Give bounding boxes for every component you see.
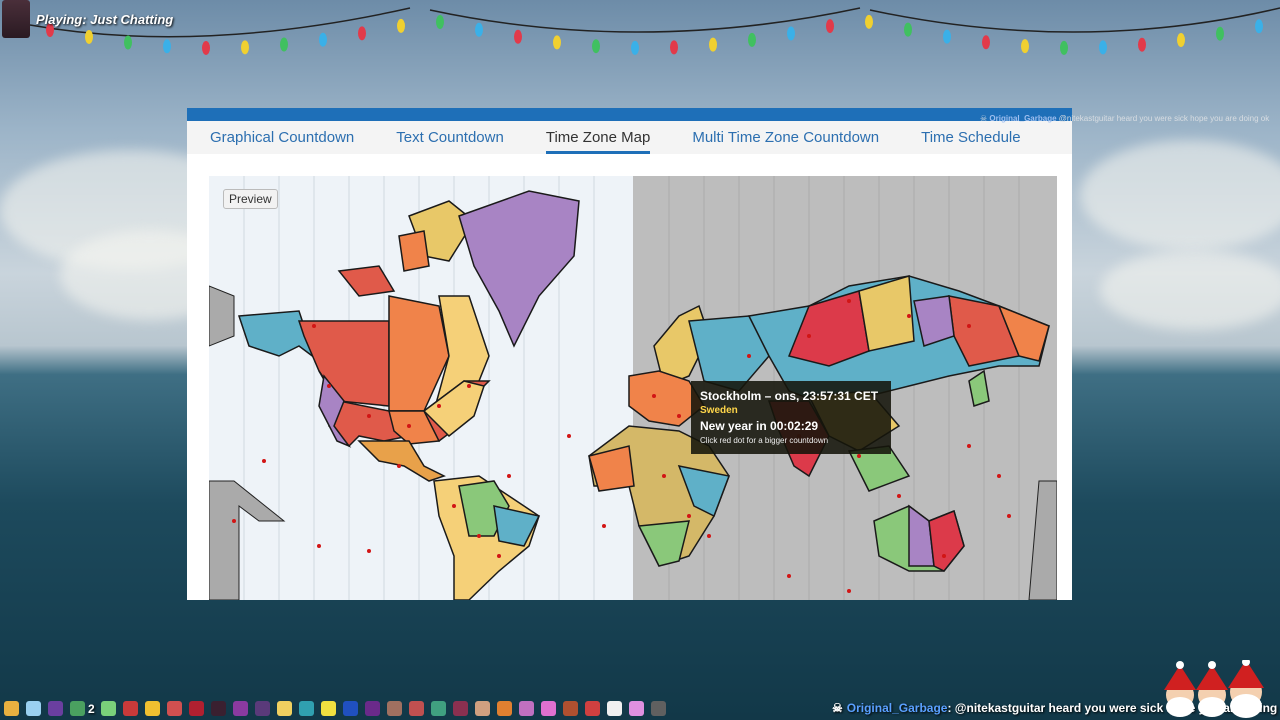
emote-icon [4, 701, 19, 716]
chat-username: Original_Garbage [846, 701, 948, 715]
light-bulb [1060, 40, 1068, 55]
tooltip-country: Sweden [700, 405, 738, 416]
light-bulb [709, 37, 717, 52]
emote-icon [584, 701, 600, 716]
light-bulb [397, 18, 405, 33]
tab-time-zone-map[interactable]: Time Zone Map [545, 123, 651, 154]
light-bulb [904, 22, 912, 37]
emote-icon [562, 701, 578, 716]
emote-icon [364, 701, 380, 716]
tab-bar: Graphical Countdown Text Countdown Time … [187, 121, 1072, 154]
light-bulb [280, 37, 288, 52]
stream-status: Playing: Just Chatting [0, 0, 173, 38]
emote-icon [298, 701, 314, 716]
emote-icon [540, 701, 556, 716]
emote-icon [518, 701, 534, 716]
light-bulb [163, 39, 171, 54]
emote-icon [386, 701, 402, 716]
emote-count: 2 [88, 701, 95, 716]
city-tooltip: Stockholm – ons, 23:57:31 CET Sweden New… [691, 381, 891, 454]
preview-button[interactable]: Preview [223, 189, 278, 209]
playing-status: Playing: Just Chatting [36, 11, 174, 27]
light-bulb [202, 40, 210, 55]
emote-icon [452, 701, 468, 716]
light-bulb [631, 40, 639, 55]
emote-icon [430, 701, 446, 716]
emote-icon [70, 701, 85, 716]
light-bulb [982, 35, 990, 50]
emote-icon [232, 701, 248, 716]
light-bulb [436, 15, 444, 30]
world-map [209, 176, 1057, 600]
light-bulb [358, 26, 366, 41]
emote-icon [188, 701, 204, 716]
skull-icon: ☠ [980, 114, 990, 123]
tab-text-countdown[interactable]: Text Countdown [396, 123, 504, 152]
emote-icon [650, 701, 666, 716]
light-bulb [592, 39, 600, 54]
emote-icon [342, 701, 358, 716]
emote-icon [606, 701, 622, 716]
light-bulb [475, 22, 483, 37]
avatar [2, 0, 30, 38]
light-bulb [670, 40, 678, 55]
skull-icon: ☠ [832, 701, 843, 715]
cloud [1080, 140, 1280, 250]
emote-icon [166, 701, 182, 716]
emote-icon [26, 701, 41, 716]
light-bulb [826, 19, 834, 34]
light-bulb [319, 32, 327, 47]
emote-icon [210, 701, 226, 716]
tooltip-countdown: New year in 00:02:29 [700, 419, 819, 433]
tooltip-city-time: Stockholm – ons, 23:57:31 CET [700, 389, 879, 403]
light-bulb [553, 35, 561, 50]
emote-icon [100, 701, 116, 716]
emote-icon [144, 701, 160, 716]
light-bulb [1099, 40, 1107, 55]
tab-multi-time-zone-countdown[interactable]: Multi Time Zone Countdown [692, 123, 879, 152]
emote-icon [628, 701, 644, 716]
chat-text: @nitekastguitar heard you were sick hope… [1058, 114, 1270, 123]
emote-icon [276, 701, 292, 716]
tooltip-hint: Click red dot for a bigger countdown [700, 436, 829, 445]
emote-icon [122, 701, 138, 716]
light-bulb [1216, 26, 1224, 41]
light-bulb [241, 40, 249, 55]
emote-icon [48, 701, 63, 716]
santa-emote-group [1164, 660, 1264, 718]
chat-username: Original_Garbage [989, 114, 1057, 123]
cloud [1100, 250, 1280, 330]
light-bulb [787, 26, 795, 41]
emote-icon [496, 701, 512, 716]
website-card: Graphical Countdown Text Countdown Time … [187, 108, 1072, 600]
site-header-bar [187, 108, 1072, 121]
emote-icon [320, 701, 336, 716]
emote-icon [474, 701, 490, 716]
light-bulb [748, 32, 756, 47]
light-bulb [514, 29, 522, 44]
time-zone-map[interactable]: Preview Stockholm – ons, 23:57:31 CET Sw… [209, 176, 1057, 600]
tab-time-schedule[interactable]: Time Schedule [921, 123, 1021, 152]
emote-icon [408, 701, 424, 716]
light-bulb [865, 14, 873, 29]
light-bulb [1255, 19, 1263, 34]
emote-icon [254, 701, 270, 716]
light-bulb [943, 29, 951, 44]
light-bulb [1138, 37, 1146, 52]
light-bulb [1177, 33, 1185, 48]
chat-overlay-message: ☠ Original_Garbage @nitekastguitar heard… [980, 114, 1280, 124]
light-bulb [1021, 39, 1029, 54]
tab-graphical-countdown[interactable]: Graphical Countdown [210, 123, 354, 152]
christmas-lights [29, 7, 1280, 55]
